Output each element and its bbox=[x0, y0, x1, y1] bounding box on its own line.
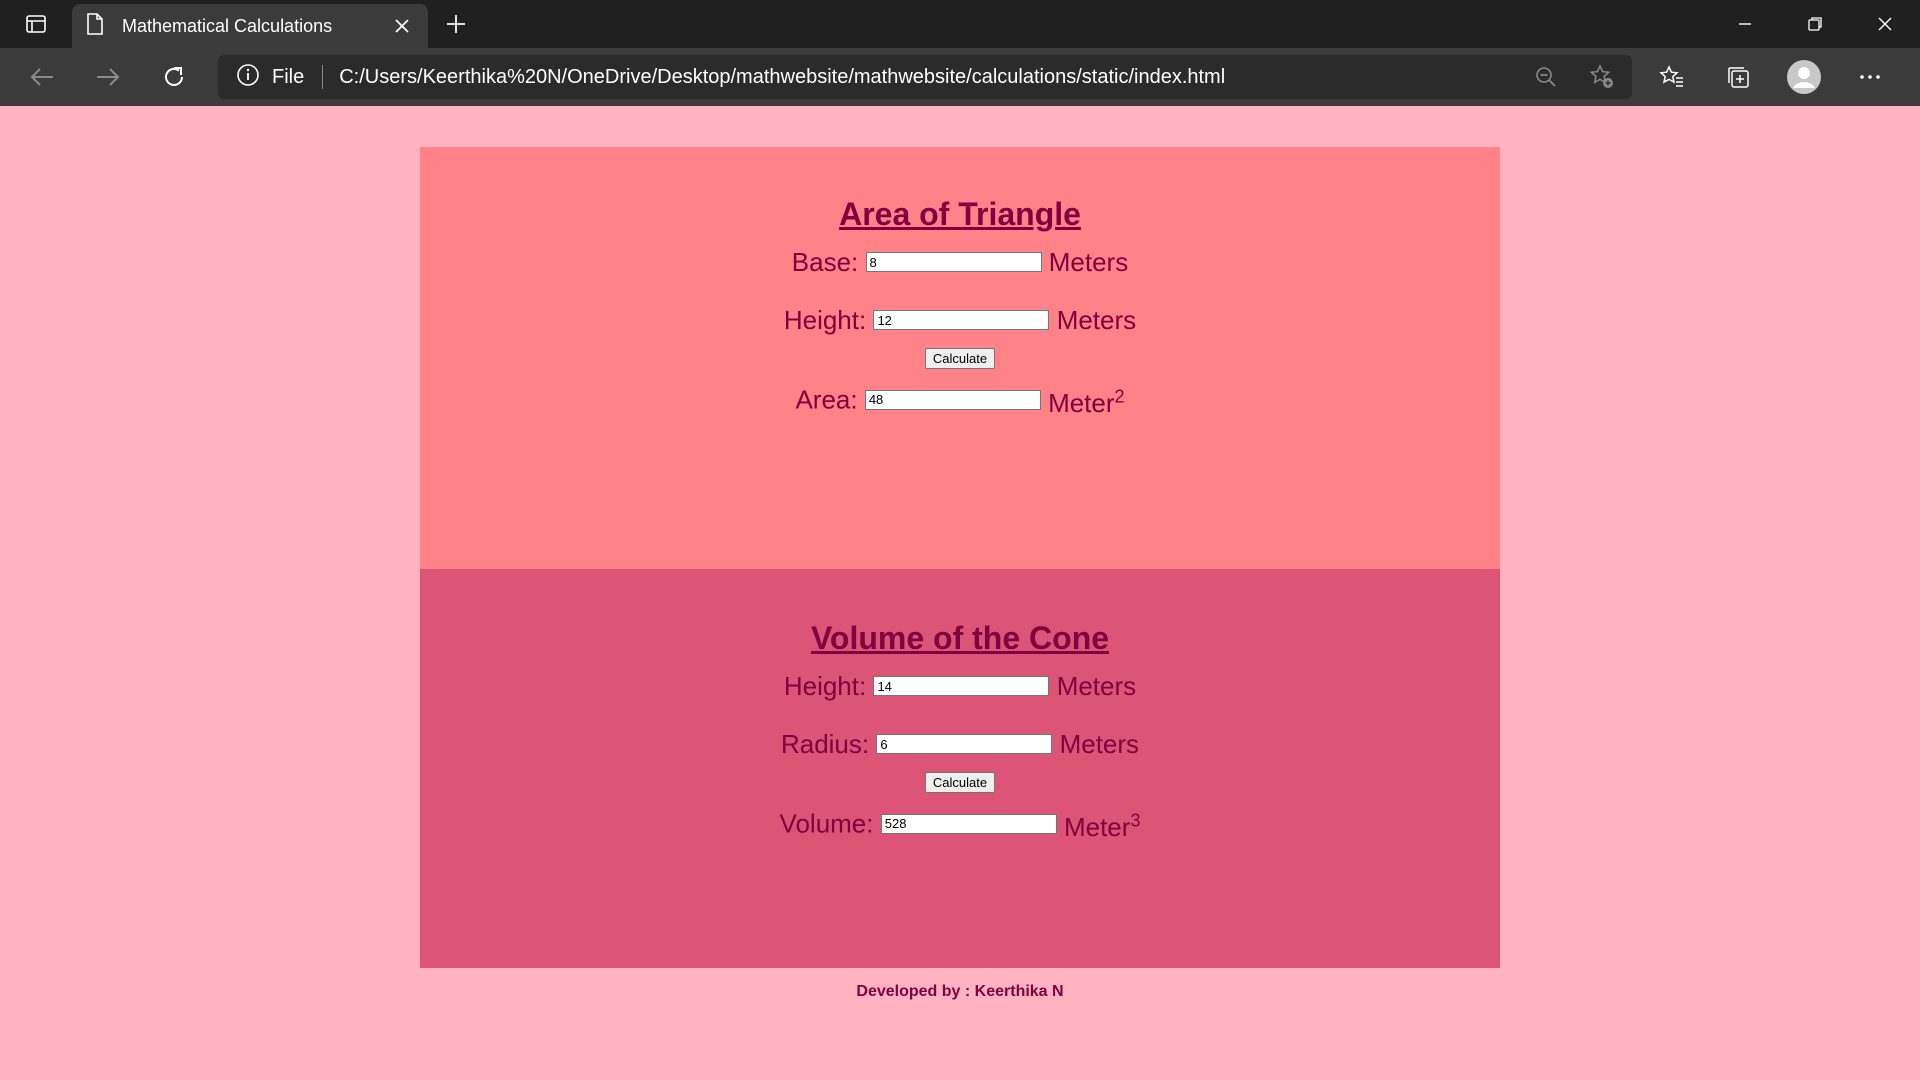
new-tab-icon[interactable] bbox=[440, 8, 472, 40]
footer-credit: Developed by : Keerthika N bbox=[856, 983, 1064, 1000]
restore-icon[interactable] bbox=[1780, 0, 1850, 48]
close-tab-icon[interactable] bbox=[390, 14, 414, 38]
calculate-area-button[interactable]: Calculate bbox=[924, 348, 996, 370]
height-row: Height: Meters bbox=[420, 303, 1500, 335]
cone-section: Volume of the Cone Height: Meters Radius… bbox=[420, 569, 1500, 968]
base-unit: Meters bbox=[1048, 247, 1129, 278]
info-icon bbox=[236, 63, 260, 92]
triangle-section: Area of Triangle Base: Meters Height: Me… bbox=[420, 147, 1500, 569]
triangle-height-label: Height: bbox=[783, 305, 867, 336]
add-favorite-icon[interactable] bbox=[1582, 57, 1622, 97]
base-row: Base: Meters bbox=[420, 245, 1500, 277]
page-icon bbox=[86, 12, 104, 40]
area-row: Area: Meter2 bbox=[420, 381, 1500, 418]
tab-actions-icon[interactable] bbox=[16, 8, 56, 40]
more-options-icon[interactable] bbox=[1850, 57, 1890, 97]
area-unit: Meter2 bbox=[1048, 386, 1125, 418]
radius-label: Radius: bbox=[780, 729, 870, 760]
triangle-title: Area of Triangle bbox=[839, 196, 1081, 232]
zoom-out-icon[interactable] bbox=[1526, 57, 1566, 97]
cone-height-label: Height: bbox=[783, 671, 867, 702]
cone-button-row: Calculate bbox=[420, 772, 1500, 794]
base-input[interactable] bbox=[865, 252, 1042, 273]
window-controls bbox=[1710, 0, 1920, 48]
cone-height-unit: Meters bbox=[1056, 671, 1137, 702]
radius-row: Radius: Meters bbox=[420, 727, 1500, 759]
volume-unit-exponent: 3 bbox=[1130, 810, 1141, 831]
volume-unit: Meter3 bbox=[1063, 810, 1141, 842]
area-label: Area: bbox=[795, 384, 858, 415]
browser-toolbar: File C:/Users/Keerthika%20N/OneDrive/Des… bbox=[0, 48, 1920, 106]
volume-output[interactable] bbox=[880, 813, 1057, 834]
refresh-icon[interactable] bbox=[154, 57, 194, 97]
area-unit-exponent: 2 bbox=[1114, 386, 1125, 407]
cone-title: Volume of the Cone bbox=[810, 620, 1110, 656]
address-separator bbox=[322, 65, 324, 89]
page-content: Area of Triangle Base: Meters Height: Me… bbox=[0, 106, 1920, 1080]
address-bar[interactable]: File C:/Users/Keerthika%20N/OneDrive/Des… bbox=[218, 55, 1632, 99]
radius-input[interactable] bbox=[876, 734, 1053, 755]
cone-height-input[interactable] bbox=[873, 676, 1050, 697]
profile-avatar[interactable] bbox=[1784, 57, 1824, 97]
site-info-button[interactable]: File bbox=[236, 63, 304, 92]
radius-unit: Meters bbox=[1059, 729, 1140, 760]
minimize-icon[interactable] bbox=[1710, 0, 1780, 48]
calculate-volume-button[interactable]: Calculate bbox=[924, 772, 996, 794]
file-scheme-label: File bbox=[272, 65, 305, 88]
cone-height-row: Height: Meters bbox=[420, 669, 1500, 701]
triangle-height-input[interactable] bbox=[873, 310, 1050, 331]
url-text[interactable]: C:/Users/Keerthika%20N/OneDrive/Desktop/… bbox=[339, 66, 1510, 89]
tab-title: Mathematical Calculations bbox=[122, 15, 333, 36]
base-label: Base: bbox=[791, 247, 859, 278]
area-output[interactable] bbox=[864, 389, 1041, 410]
favorites-icon[interactable] bbox=[1652, 57, 1692, 97]
triangle-height-unit: Meters bbox=[1056, 305, 1137, 336]
volume-label: Volume: bbox=[779, 808, 874, 839]
browser-titlebar: Mathematical Calculations bbox=[0, 0, 1920, 48]
back-arrow-icon[interactable] bbox=[22, 57, 62, 97]
volume-row: Volume: Meter3 bbox=[420, 805, 1500, 842]
browser-tab[interactable]: Mathematical Calculations bbox=[72, 4, 428, 48]
triangle-button-row: Calculate bbox=[420, 348, 1500, 370]
volume-unit-text: Meter bbox=[1063, 811, 1131, 842]
area-unit-text: Meter bbox=[1048, 387, 1115, 418]
close-window-icon[interactable] bbox=[1850, 0, 1920, 48]
forward-arrow-icon[interactable] bbox=[88, 57, 128, 97]
collections-icon[interactable] bbox=[1718, 57, 1758, 97]
